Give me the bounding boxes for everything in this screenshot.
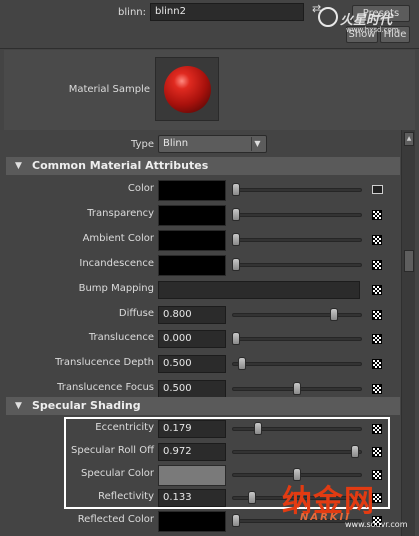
translucence-focus-input[interactable]: 0.500 — [158, 380, 226, 399]
checker-icon[interactable] — [372, 384, 382, 395]
attr-row-color: Color — [6, 178, 400, 203]
translucence-depth-slider-handle[interactable] — [238, 357, 246, 371]
attr-row-specular-roll-off: Specular Roll Off 0.972 — [6, 441, 400, 464]
watermark-bottom-sub: NARKII — [300, 512, 351, 523]
ambient-color-slider-handle[interactable] — [232, 232, 240, 246]
incandescence-label: Incandescence — [79, 257, 154, 269]
collapse-triangle-icon: ▼ — [15, 401, 22, 411]
translucence-focus-slider-handle[interactable] — [293, 382, 301, 396]
translucence-depth-label: Translucence Depth — [55, 357, 154, 369]
checker-icon[interactable] — [372, 209, 382, 220]
reflected-color-label: Reflected Color — [77, 513, 154, 525]
watermark-top-url: www.hxsd.com — [346, 26, 399, 34]
translucence-focus-label: Translucence Focus — [57, 382, 154, 394]
map-input-icon[interactable] — [372, 185, 383, 194]
transparency-label: Transparency — [87, 207, 154, 219]
translucence-depth-input[interactable]: 0.500 — [158, 355, 226, 374]
transparency-slider-handle[interactable] — [232, 207, 240, 221]
bump-mapping-label: Bump Mapping — [78, 282, 154, 294]
translucence-slider[interactable] — [232, 337, 362, 342]
translucence-slider-handle[interactable] — [232, 332, 240, 346]
reflectivity-label: Reflectivity — [98, 490, 154, 502]
section-common-header[interactable]: ▼ Common Material Attributes — [6, 157, 400, 175]
color-slider-handle[interactable] — [232, 183, 240, 196]
reflected-color-swatch[interactable] — [158, 510, 226, 532]
diffuse-input[interactable]: 0.800 — [158, 305, 226, 324]
attr-row-translucence: Translucence 0.000 — [6, 327, 400, 352]
reflectivity-input[interactable]: 0.133 — [158, 488, 226, 507]
specular-color-swatch[interactable] — [158, 464, 226, 486]
eccentricity-input[interactable]: 0.179 — [158, 420, 226, 438]
checker-icon[interactable] — [372, 424, 382, 434]
diffuse-slider-handle[interactable] — [330, 307, 338, 321]
transparency-slider[interactable] — [232, 212, 362, 217]
scroll-thumb[interactable] — [404, 250, 414, 272]
collapse-triangle-icon: ▼ — [15, 161, 22, 171]
type-label: Type — [131, 139, 154, 150]
attr-row-ambient-color: Ambient Color — [6, 228, 400, 253]
specular-roll-off-slider-handle[interactable] — [351, 444, 359, 458]
attr-row-eccentricity: Eccentricity 0.179 — [6, 418, 400, 441]
eccentricity-slider[interactable] — [232, 427, 362, 431]
attr-row-bump-mapping: Bump Mapping — [6, 278, 400, 303]
specular-color-label: Specular Color — [81, 467, 154, 479]
eccentricity-slider-handle[interactable] — [254, 422, 262, 435]
attr-row-transparency: Transparency — [6, 203, 400, 228]
ambient-color-slider[interactable] — [232, 237, 362, 242]
checker-icon[interactable] — [372, 259, 382, 270]
translucence-input[interactable]: 0.000 — [158, 330, 226, 349]
chevron-down-icon: ▼ — [251, 137, 263, 151]
specular-roll-off-slider[interactable] — [232, 449, 362, 454]
checker-icon[interactable] — [372, 446, 382, 457]
type-dropdown[interactable]: Blinn ▼ — [158, 135, 267, 153]
material-sphere — [164, 66, 211, 113]
checker-icon[interactable] — [372, 359, 382, 370]
attr-row-translucence-depth: Translucence Depth 0.500 — [6, 352, 400, 377]
bump-mapping-input[interactable] — [158, 280, 360, 299]
checker-icon[interactable] — [372, 234, 382, 245]
color-slider[interactable] — [232, 188, 362, 192]
incandescence-slider[interactable] — [232, 262, 362, 267]
attr-row-diffuse: Diffuse 0.800 — [6, 303, 400, 328]
section-specular-header[interactable]: ▼ Specular Shading — [6, 397, 400, 415]
checker-icon[interactable] — [372, 309, 382, 320]
color-label: Color — [127, 183, 154, 194]
translucence-label: Translucence — [88, 332, 154, 344]
material-sample-label: Material Sample — [68, 84, 150, 95]
reflected-color-slider-handle[interactable] — [232, 513, 240, 527]
ambient-color-label: Ambient Color — [82, 232, 154, 244]
incandescence-slider-handle[interactable] — [232, 257, 240, 271]
reflectivity-slider-handle[interactable] — [248, 490, 256, 504]
type-value: Blinn — [163, 138, 189, 149]
diffuse-label: Diffuse — [118, 307, 154, 319]
scroll-up-icon[interactable]: ▲ — [404, 132, 414, 146]
color-swatch[interactable] — [158, 180, 226, 201]
watermark-bottom-url: www.souvr.com — [345, 520, 408, 529]
transparency-swatch[interactable] — [158, 204, 226, 226]
translucence-depth-slider[interactable] — [232, 362, 362, 367]
diffuse-slider[interactable] — [232, 312, 362, 317]
material-sample-swatch[interactable] — [155, 57, 219, 121]
incandescence-swatch[interactable] — [158, 254, 226, 276]
attr-row-incandescence: Incandescence — [6, 253, 400, 278]
watermark-logo-icon — [318, 7, 338, 27]
specular-roll-off-input[interactable]: 0.972 — [158, 442, 226, 461]
node-name-label: blinn: — [118, 7, 146, 18]
section-common-title: Common Material Attributes — [32, 159, 209, 172]
specular-roll-off-label: Specular Roll Off — [71, 444, 154, 456]
checker-icon[interactable] — [372, 334, 382, 345]
ambient-color-swatch[interactable] — [158, 229, 226, 251]
checker-icon[interactable] — [372, 284, 382, 295]
header-divider — [0, 48, 419, 49]
section-specular-title: Specular Shading — [32, 399, 141, 412]
eccentricity-label: Eccentricity — [95, 422, 154, 433]
scrollbar[interactable]: ▲ — [401, 130, 415, 536]
node-name-input[interactable]: blinn2 — [150, 3, 304, 21]
